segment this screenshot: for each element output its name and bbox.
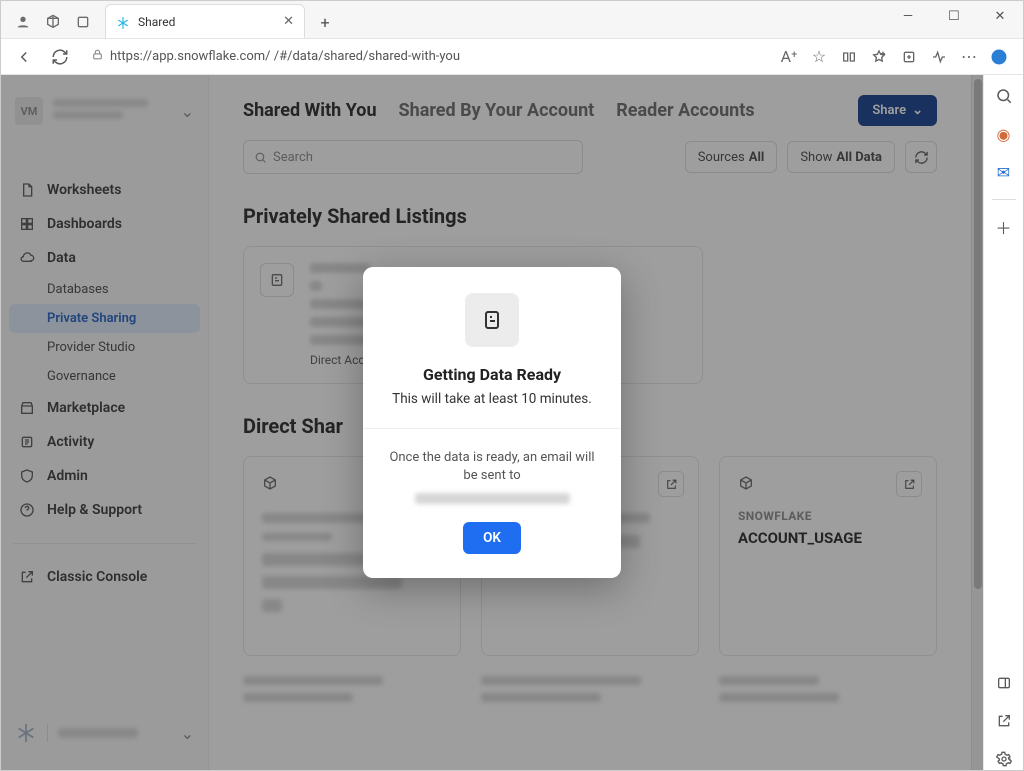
getting-data-ready-modal: Getting Data Ready This will take at lea… <box>363 267 621 579</box>
modal-title: Getting Data Ready <box>385 365 599 384</box>
modal-icon <box>465 293 519 347</box>
url-text: https://app.snowflake.com/ /#/data/share… <box>110 49 460 64</box>
modal-overlay: Getting Data Ready This will take at lea… <box>1 75 983 770</box>
share-page-icon[interactable] <box>993 710 1015 732</box>
lock-icon <box>91 48 104 65</box>
url-field[interactable]: https://app.snowflake.com/ /#/data/share… <box>81 43 767 71</box>
browser-address-bar: https://app.snowflake.com/ /#/data/share… <box>1 39 1023 75</box>
settings-icon[interactable] <box>993 748 1015 770</box>
document-icon <box>480 308 504 332</box>
window-minimize-button[interactable]: ― <box>885 1 931 31</box>
window-maximize-button[interactable]: ☐ <box>931 1 977 31</box>
favorites-bar-icon[interactable] <box>869 47 889 67</box>
tab-overview-icon[interactable] <box>75 14 91 30</box>
copilot-icon[interactable] <box>989 47 1009 67</box>
new-tab-button[interactable]: + <box>311 8 339 36</box>
snowflake-favicon-icon <box>116 15 130 29</box>
back-button[interactable] <box>9 42 39 72</box>
reading-list-icon[interactable] <box>839 47 859 67</box>
search-sidebar-icon[interactable] <box>993 85 1015 107</box>
profile-icon[interactable] <box>15 14 31 30</box>
outlook-icon[interactable]: ✉ <box>993 161 1015 183</box>
browser-tab[interactable]: Shared ✕ <box>105 4 305 38</box>
modal-body: Once the data is ready, an email will be… <box>385 449 599 485</box>
favorite-icon[interactable]: ☆ <box>809 47 829 67</box>
performance-icon[interactable] <box>929 47 949 67</box>
window-close-button[interactable]: ✕ <box>977 1 1023 31</box>
more-icon[interactable]: ⋯ <box>959 47 979 67</box>
modal-email-redacted <box>415 493 570 504</box>
tab-title: Shared <box>138 15 283 29</box>
add-sidebar-icon[interactable]: ＋ <box>993 216 1015 238</box>
office-icon[interactable]: ◉ <box>993 123 1015 145</box>
panel-toggle-icon[interactable] <box>993 672 1015 694</box>
browser-titlebar: Shared ✕ + ― ☐ ✕ <box>1 1 1023 39</box>
tab-close-icon[interactable]: ✕ <box>283 14 294 29</box>
modal-ok-button[interactable]: OK <box>463 522 521 554</box>
collections-icon[interactable] <box>899 47 919 67</box>
modal-subtitle: This will take at least 10 minutes. <box>385 390 599 408</box>
edge-sidebar: ◉ ✉ ＋ <box>983 75 1023 770</box>
workspaces-icon[interactable] <box>45 14 61 30</box>
read-aloud-icon[interactable]: A⁺ <box>779 47 799 67</box>
refresh-button[interactable] <box>45 42 75 72</box>
